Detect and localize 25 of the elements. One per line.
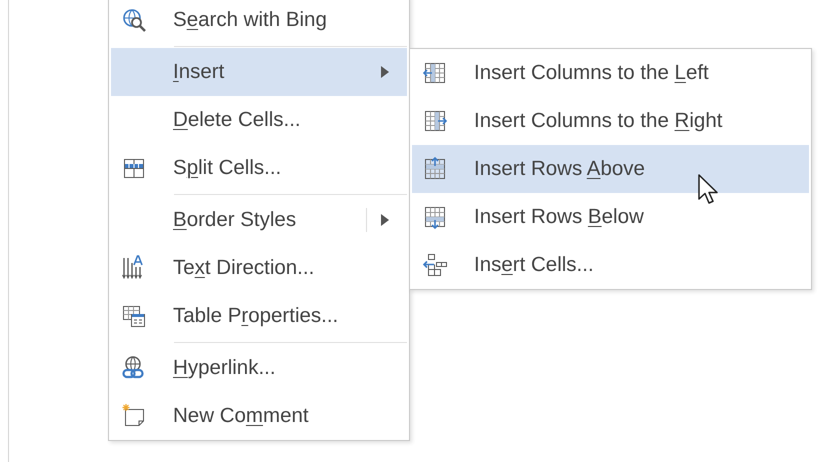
menu-item[interactable]: Hyperlink... bbox=[111, 344, 407, 392]
insert-row-below-icon bbox=[422, 204, 448, 230]
insert-column-right-icon bbox=[422, 108, 448, 134]
table-properties-icon bbox=[121, 303, 147, 329]
globe-search-icon bbox=[121, 7, 147, 33]
insert-row-above-icon bbox=[422, 156, 448, 182]
insert-column-left-icon bbox=[422, 60, 448, 86]
menu-item[interactable]: Search with Bing bbox=[111, 0, 407, 44]
menu-item[interactable]: Insert Rows Above bbox=[412, 145, 809, 193]
menu-item[interactable]: Border Styles bbox=[111, 196, 407, 244]
submenu-arrow-icon bbox=[381, 66, 389, 78]
menu-item[interactable]: Insert Cells... bbox=[412, 241, 809, 289]
menu-item[interactable]: Insert Columns to the Right bbox=[412, 97, 809, 145]
menu-item[interactable]: Insert Rows Below bbox=[412, 193, 809, 241]
menu-item[interactable]: New Comment bbox=[111, 392, 407, 440]
insert-cells-icon bbox=[422, 252, 448, 278]
mouse-pointer-icon bbox=[698, 174, 720, 206]
menu-item[interactable]: Insert Columns to the Left bbox=[412, 49, 809, 97]
submenu-arrow-icon bbox=[381, 214, 389, 226]
comment-note-icon bbox=[121, 403, 147, 429]
menu-item[interactable]: Insert bbox=[111, 48, 407, 96]
menu-item[interactable]: Split Cells... bbox=[111, 144, 407, 192]
menu-item[interactable]: Text Direction... bbox=[111, 244, 407, 292]
menu-item[interactable]: Delete Cells... bbox=[111, 96, 407, 144]
menu-item[interactable]: Table Properties... bbox=[111, 292, 407, 340]
